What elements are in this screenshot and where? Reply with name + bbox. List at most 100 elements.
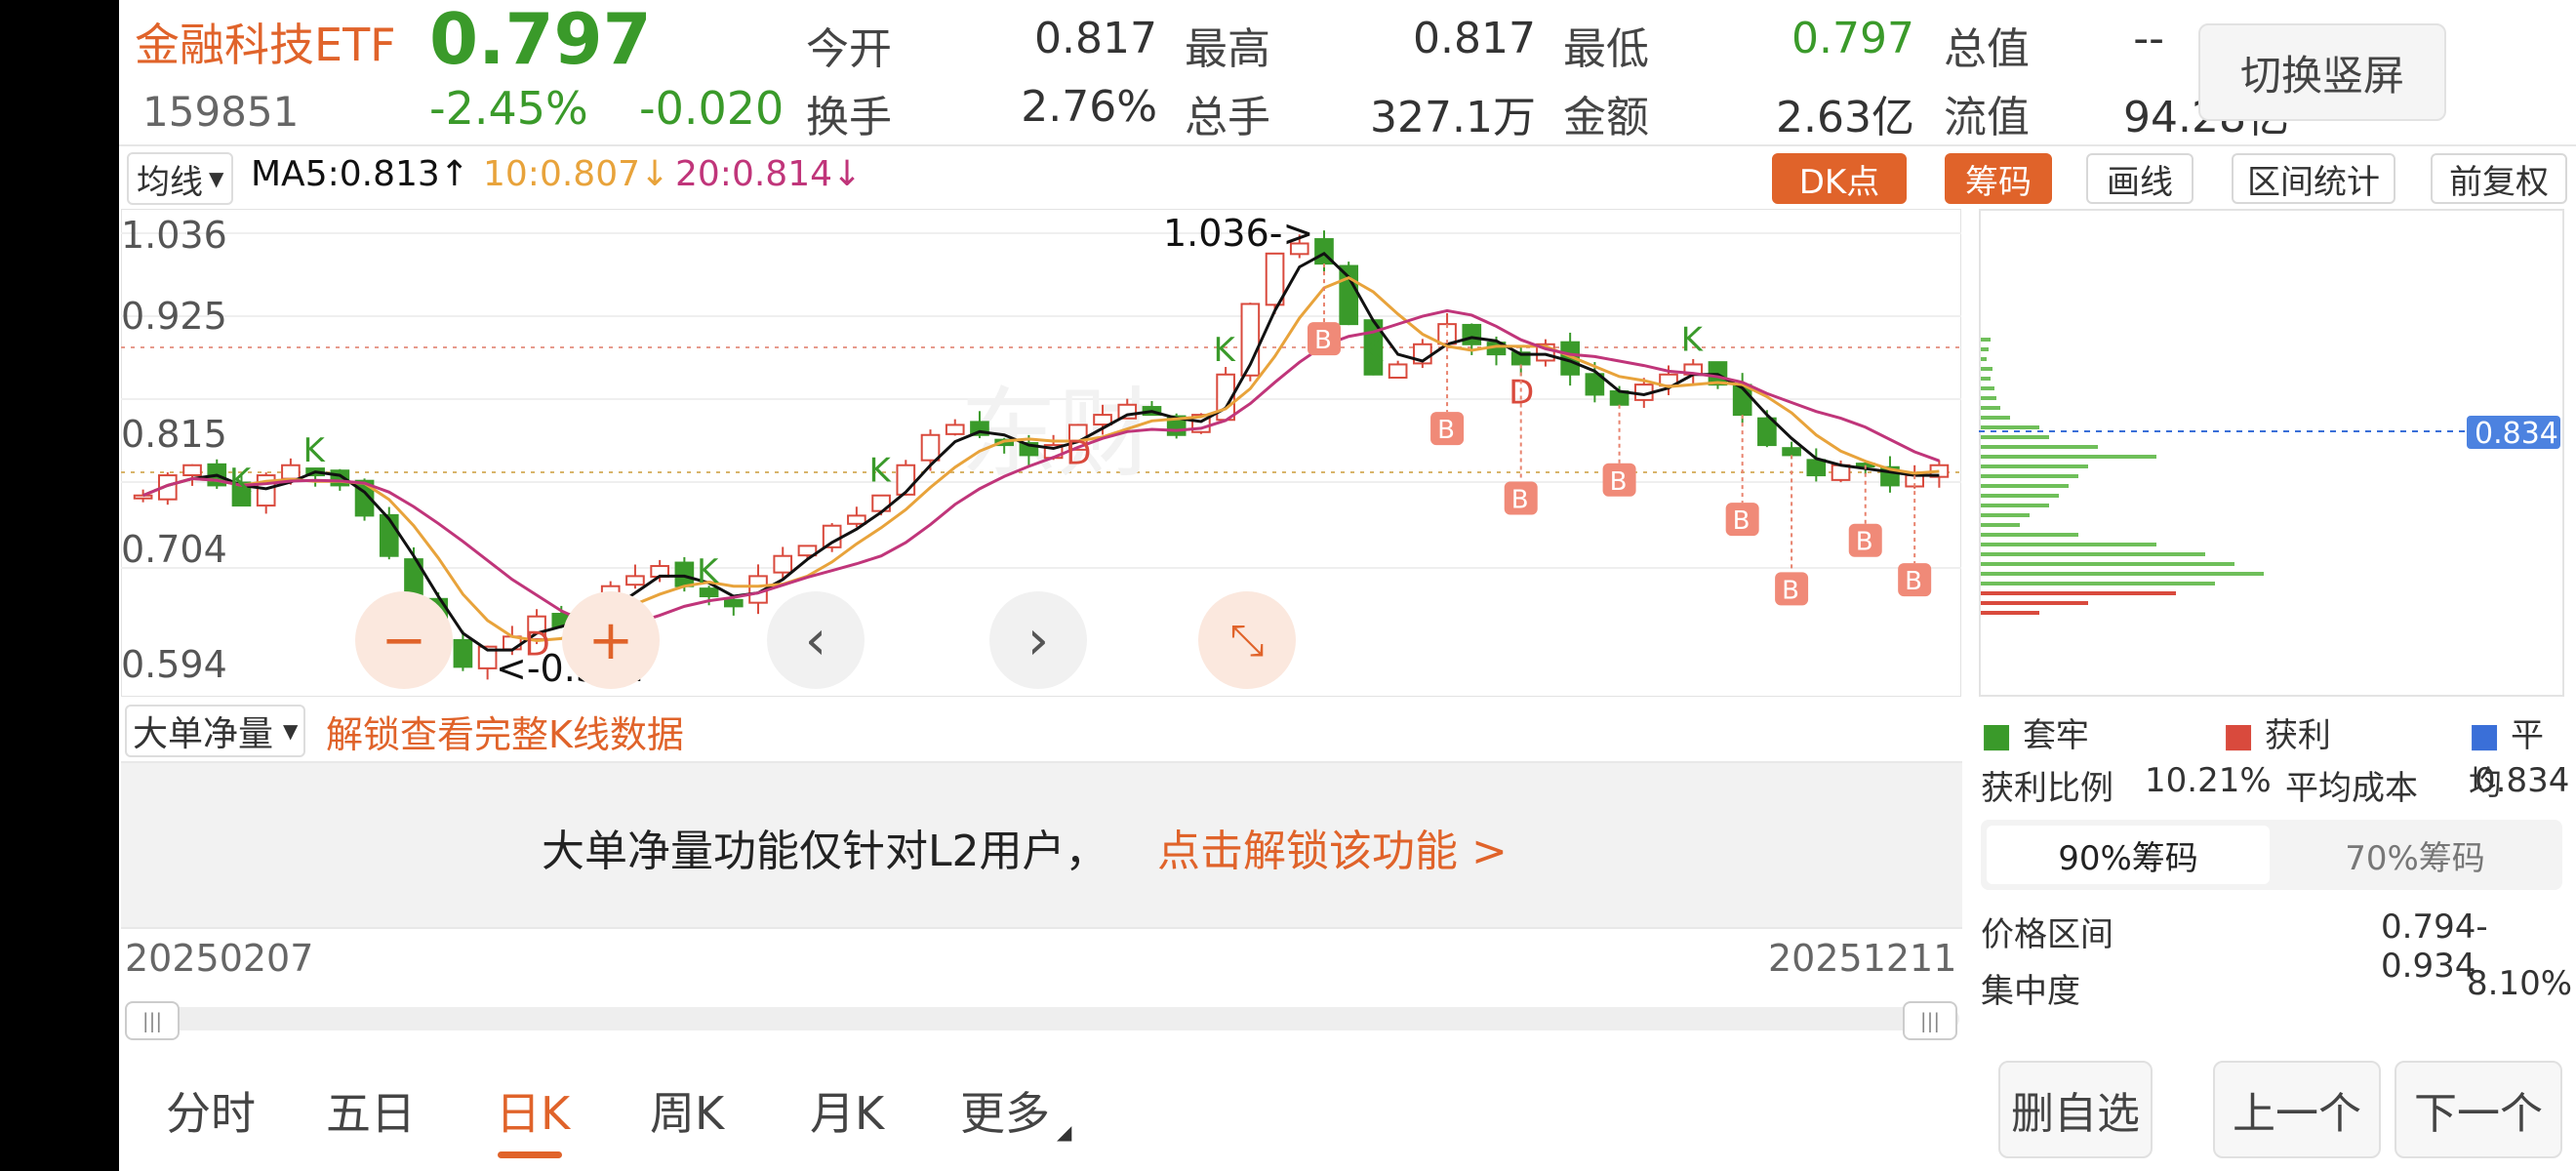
chip-bar xyxy=(1981,513,2030,517)
chip-bar xyxy=(1981,611,2039,615)
chip-bar xyxy=(1981,377,1991,381)
candle-body xyxy=(674,561,695,587)
divider xyxy=(119,144,2576,146)
adjust-button[interactable]: 前复权 xyxy=(2431,153,2567,204)
signal-marker: K xyxy=(1681,320,1705,359)
concentration-value: 8.10% xyxy=(2467,964,2573,1003)
range-scrollbar[interactable] xyxy=(125,1007,1959,1030)
scroll-right-button[interactable]: › xyxy=(989,591,1087,689)
range-handle-left[interactable]: ||| xyxy=(125,1001,180,1040)
chip-bar xyxy=(1981,455,2156,459)
open-value: 0.817 xyxy=(1034,14,1157,63)
candle-body xyxy=(182,464,202,477)
minus-icon: − xyxy=(381,608,427,672)
dk-point-button[interactable]: DK点 xyxy=(1772,153,1907,204)
legend-trapped: ■ 套牢 xyxy=(1981,716,2089,755)
plus-icon: + xyxy=(587,608,634,672)
tab-more[interactable]: 更多 xyxy=(960,1078,1050,1143)
candle-body xyxy=(1782,447,1801,457)
concentration-label: 集中度 xyxy=(1981,972,2080,1011)
y-tick-label: 0.594 xyxy=(121,643,227,686)
avg-cost-label: 平均成本 xyxy=(2285,769,2418,808)
tab-90-chip[interactable]: 90%筹码 xyxy=(1987,826,2270,884)
tab-monthly-k[interactable]: 月K xyxy=(810,1078,884,1143)
unlock-feature-link[interactable]: 点击解锁该功能 > xyxy=(1157,816,1508,878)
candle-body xyxy=(945,424,965,435)
candle-body xyxy=(773,554,793,574)
chevron-down-icon: ▼ xyxy=(209,167,224,190)
candle-body xyxy=(133,494,153,500)
legend-profit: ■ 获利 xyxy=(2223,716,2331,755)
chip-bar xyxy=(1981,416,2010,420)
y-tick-label: 0.815 xyxy=(121,413,227,456)
stock-price: 0.797 xyxy=(429,0,652,80)
buy-marker-label: B xyxy=(1905,567,1922,596)
price-range-label: 价格区间 xyxy=(1981,915,2113,954)
next-stock-button[interactable]: 下一个 xyxy=(2395,1061,2562,1158)
chip-bar xyxy=(1981,504,2049,507)
range-handle-right[interactable]: ||| xyxy=(1903,1001,1957,1040)
low-label: 最低 xyxy=(1563,24,1649,74)
previous-stock-button[interactable]: 上一个 xyxy=(2213,1061,2381,1158)
amount-value: 2.63亿 xyxy=(1776,93,1914,142)
indicator-selector[interactable]: 大单净量 ▼ xyxy=(125,705,306,757)
compress-icon: ⤡ xyxy=(1229,615,1265,666)
buy-marker-label: B xyxy=(1437,416,1455,445)
scroll-left-button[interactable]: ‹ xyxy=(767,591,865,689)
ma-selector[interactable]: 均线 ▼ xyxy=(127,152,234,205)
unlock-kline-link[interactable]: 解锁查看完整K线数据 xyxy=(326,705,684,758)
signal-marker: K xyxy=(229,462,253,501)
float-mv-label: 流值 xyxy=(1944,93,2030,142)
draw-line-button[interactable]: 画线 xyxy=(2086,153,2194,204)
total-mv-label: 总值 xyxy=(1944,24,2030,74)
chip-bar xyxy=(1981,357,1987,361)
high-annotation: 1.036-> xyxy=(1163,212,1313,255)
tab-daily-k[interactable]: 日K xyxy=(496,1078,570,1143)
chip-bar xyxy=(1981,445,2098,449)
corner-arrow-icon: ◢ xyxy=(1057,1120,1072,1144)
switch-orientation-button[interactable]: 切换竖屏 xyxy=(2198,23,2446,121)
ma-selector-label: 均线 xyxy=(137,162,203,202)
buy-marker-label: B xyxy=(1733,506,1751,536)
chip-bar xyxy=(1981,464,2088,468)
chip-bar xyxy=(1981,582,2215,586)
candle-body xyxy=(1093,414,1112,426)
candle-body xyxy=(847,514,866,525)
zoom-in-button[interactable]: + xyxy=(562,591,660,689)
change-amount: -0.020 xyxy=(639,82,785,135)
y-tick-label: 1.036 xyxy=(121,214,227,257)
tab-weekly-k[interactable]: 周K xyxy=(650,1078,724,1143)
active-tab-indicator xyxy=(498,1151,562,1158)
chip-bar xyxy=(1981,338,1991,342)
screen-edge xyxy=(0,0,119,1171)
low-value: 0.797 xyxy=(1791,14,1914,63)
remove-watchlist-button[interactable]: 删自选 xyxy=(1998,1061,2153,1158)
buy-marker-label: B xyxy=(1856,528,1873,557)
chip-bar xyxy=(1981,591,2176,595)
chip-bar xyxy=(1981,425,2039,429)
collapse-button[interactable]: ⤡ xyxy=(1198,591,1296,689)
zoom-out-button[interactable]: − xyxy=(355,591,453,689)
chevron-down-icon: ▼ xyxy=(283,719,299,743)
change-percent: -2.45% xyxy=(429,82,588,135)
candle-body xyxy=(1388,363,1408,380)
candle-body xyxy=(1339,264,1359,326)
buy-marker-label: B xyxy=(1610,467,1628,497)
y-tick-label: 0.704 xyxy=(121,528,227,571)
tab-minute[interactable]: 分时 xyxy=(166,1078,256,1143)
tab-five-day[interactable]: 五日 xyxy=(326,1078,416,1143)
chip-bar xyxy=(1981,562,2234,566)
candle-body xyxy=(920,433,941,462)
tab-70-chip[interactable]: 70%筹码 xyxy=(2274,826,2556,884)
candle-body xyxy=(1806,459,1827,477)
chip-bar xyxy=(1981,523,2020,527)
candle-body xyxy=(281,464,301,480)
range-stats-button[interactable]: 区间统计 xyxy=(2232,153,2395,204)
y-tick-label: 0.925 xyxy=(121,295,227,338)
chip-bar xyxy=(1981,552,2205,556)
chip-bar xyxy=(1981,386,1994,390)
start-date: 20250207 xyxy=(125,937,314,980)
chip-button[interactable]: 筹码 xyxy=(1945,153,2052,204)
chevron-right-icon: › xyxy=(1026,608,1050,672)
stock-code: 159851 xyxy=(142,88,300,136)
